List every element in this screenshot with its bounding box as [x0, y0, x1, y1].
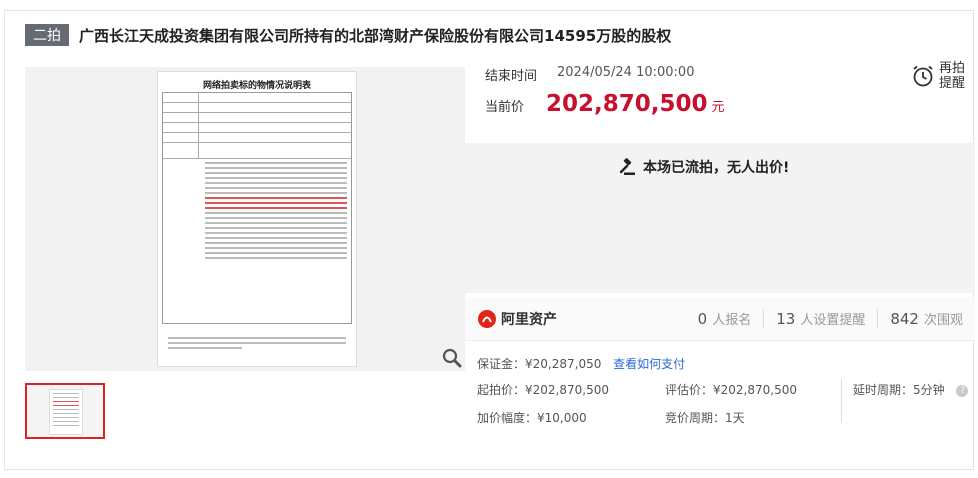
- stat-views: 842 次围观: [878, 309, 963, 328]
- bid-increment: 加价幅度：¥10,000: [477, 411, 587, 425]
- end-time-label: 结束时间: [485, 69, 538, 84]
- stat-views-count: 842: [890, 310, 919, 328]
- auction-status-text: 本场已流拍，无人出价!: [643, 160, 790, 176]
- page-title: 广西长江天成投资集团有限公司所持有的北部湾财产保险股份有限公司14595万股的股…: [79, 26, 672, 45]
- delay-cycle: 延时周期：5分钟: [853, 383, 945, 397]
- zoom-icon[interactable]: [441, 347, 463, 369]
- round-badge: 二拍: [25, 24, 69, 46]
- platform-logo[interactable]: 阿里资产: [477, 309, 557, 329]
- deposit-row: 保证金：¥20,287,050 查看如何支付: [477, 355, 685, 372]
- stat-reminders: 13 人设置提醒: [764, 309, 879, 328]
- gavel-icon: [619, 158, 635, 175]
- stat-views-label: 次围观: [923, 313, 963, 328]
- help-icon[interactable]: ?: [956, 384, 969, 397]
- auction-status: 本场已流拍，无人出价!: [619, 157, 789, 177]
- current-price-label: 当前价: [485, 100, 525, 115]
- title-row: 二拍 广西长江天成投资集团有限公司所持有的北部湾财产保险股份有限公司14595万…: [25, 23, 963, 47]
- ali-asset-logo-icon: [478, 310, 496, 328]
- appraisal-price: 评估价：¥202,870,500: [665, 383, 797, 397]
- remind-button[interactable]: 再拍提醒: [911, 61, 967, 91]
- deposit-text: 保证金：¥20,287,050: [477, 357, 602, 371]
- current-price-value: 202,870,500: [546, 91, 708, 117]
- end-time-row: 结束时间 2024/05/24 10:00:00: [485, 65, 694, 84]
- deposit-payment-link[interactable]: 查看如何支付: [613, 357, 685, 371]
- document-table-image: [162, 92, 352, 324]
- document-preview[interactable]: 网络拍卖标的物情况说明表: [25, 67, 465, 371]
- alarm-clock-icon: [913, 65, 933, 87]
- bid-cycle: 竞价周期：1天: [665, 411, 745, 425]
- stat-signups-count: 0: [697, 310, 708, 328]
- stat-signups-label: 人报名: [712, 313, 752, 328]
- stat-signups: 0 人报名: [686, 309, 765, 328]
- remind-label: 再拍提醒: [939, 61, 966, 91]
- current-price-row: 当前价 202,870,500 元: [485, 91, 725, 117]
- platform-name: 阿里资产: [501, 312, 557, 328]
- status-panel: 本场已流拍，无人出价!: [465, 143, 975, 293]
- stat-reminders-label: 人设置提醒: [800, 313, 866, 328]
- divider: [841, 379, 842, 423]
- platform-row: 阿里资产 0 人报名 13 人设置提醒 842 次围观: [465, 297, 975, 341]
- auction-card: 二拍 广西长江天成投资集团有限公司所持有的北部湾财产保险股份有限公司14595万…: [4, 10, 975, 470]
- end-time-value: 2024/05/24 10:00:00: [557, 65, 695, 80]
- delay-cycle-row: 延时周期：5分钟 ?: [853, 381, 969, 398]
- document-title: 网络拍卖标的物情况说明表: [202, 81, 311, 91]
- stats-bar: 0 人报名 13 人设置提醒 842 次围观: [686, 309, 963, 328]
- document-page-image: 网络拍卖标的物情况说明表: [157, 71, 357, 367]
- document-thumbnail[interactable]: [25, 383, 105, 439]
- start-price: 起拍价：¥202,870,500: [477, 383, 609, 397]
- price-unit: 元: [711, 100, 725, 115]
- stat-reminders-count: 13: [776, 310, 796, 328]
